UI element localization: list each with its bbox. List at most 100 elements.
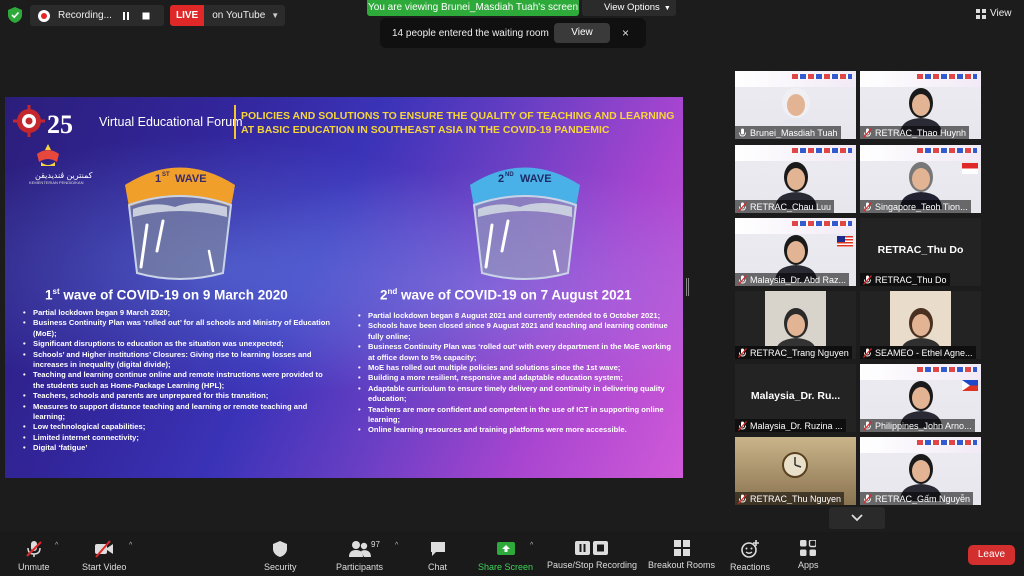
bullet-item: Business Continuity Plan was ‘rolled out… bbox=[21, 318, 331, 339]
header-divider bbox=[234, 105, 236, 139]
participant-name: RETRAC_Gấm Nguyễn bbox=[875, 493, 971, 504]
start-video-button[interactable]: Start Video bbox=[82, 540, 126, 572]
smiley-plus-icon bbox=[741, 540, 760, 558]
muted-microphone-icon bbox=[738, 420, 747, 431]
share-screen-button[interactable]: Share Screen bbox=[478, 540, 533, 572]
video-options-caret-icon[interactable]: ^ bbox=[129, 542, 132, 549]
participant-name-bar: RETRAC_Thu Nguyen bbox=[735, 492, 845, 505]
participant-name: RETRAC_Trang Nguyen bbox=[750, 347, 849, 358]
participants-options-caret-icon[interactable]: ^ bbox=[395, 542, 398, 549]
stop-recording-icon[interactable] bbox=[138, 8, 154, 24]
wave1-title: 1st wave of COVID-19 on 9 March 2020 bbox=[45, 287, 288, 303]
participant-tile[interactable]: Malaysia_Dr. Abd Raz... bbox=[735, 218, 856, 286]
breakout-rooms-button[interactable]: Breakout Rooms bbox=[648, 540, 715, 570]
security-button[interactable]: Security bbox=[264, 540, 297, 572]
panel-resize-handle[interactable] bbox=[686, 278, 689, 296]
muted-microphone-icon bbox=[26, 541, 42, 557]
wave2-badge-word: WAVE bbox=[520, 173, 552, 185]
logo-number: 25 bbox=[47, 110, 73, 139]
gallery-scroll-down-button[interactable] bbox=[829, 507, 885, 529]
reactions-label: Reactions bbox=[730, 562, 771, 572]
sg-flag-icon bbox=[962, 163, 978, 174]
brunei-ministry-text: KEMENTERIAN PENDIDIKAN bbox=[29, 180, 84, 185]
security-label: Security bbox=[264, 562, 297, 572]
participant-tile[interactable]: RETRAC_Gấm Nguyễn bbox=[860, 437, 981, 505]
wave1-bullet-list: Partial lockdown began 9 March 2020;Busi… bbox=[21, 308, 331, 454]
bullet-item: Teaching and learning continue online an… bbox=[21, 370, 331, 391]
apps-button[interactable]: Apps bbox=[798, 540, 819, 570]
muted-microphone-icon bbox=[863, 201, 872, 212]
flag-strip bbox=[917, 74, 977, 79]
bullet-item: Digital ‘fatigue’ bbox=[21, 443, 331, 454]
leave-button[interactable]: Leave bbox=[968, 545, 1015, 565]
participant-name-bar: RETRAC_Thu Do bbox=[860, 273, 950, 286]
muted-microphone-icon bbox=[738, 201, 747, 212]
bullet-item: Low technological capabilities; bbox=[21, 422, 331, 433]
participant-tile[interactable]: Malaysia_Dr. Ru... Malaysia_Dr. Ruzina ..… bbox=[735, 364, 856, 432]
recording-label: Recording... bbox=[58, 10, 112, 21]
participant-name: Singapore_Teoh Tion... bbox=[875, 201, 968, 212]
participant-name-bar: RETRAC_Chau Luu bbox=[735, 200, 835, 213]
chevron-down-icon: ▼ bbox=[663, 5, 671, 12]
flag-strip bbox=[917, 367, 977, 372]
muted-microphone-icon bbox=[738, 274, 747, 285]
wave2-title: 2nd wave of COVID-19 on 7 August 2021 bbox=[380, 287, 632, 303]
participant-tile[interactable]: Philippines_John Arno... bbox=[860, 364, 981, 432]
muted-microphone-icon bbox=[863, 127, 872, 138]
participant-name-bar: RETRAC_Gấm Nguyễn bbox=[860, 492, 974, 505]
view-options-button[interactable]: View Options ▼ bbox=[582, 0, 676, 16]
chat-button[interactable]: Chat bbox=[428, 540, 447, 572]
security-shield-icon[interactable] bbox=[8, 7, 22, 23]
bullet-item: Schools’ and Higher institutions’ Closur… bbox=[21, 350, 331, 371]
waiting-room-view-button[interactable]: View bbox=[554, 23, 610, 43]
pause-stop-recording-button[interactable]: Pause/Stop Recording bbox=[547, 540, 637, 570]
chat-label: Chat bbox=[428, 562, 448, 572]
flag-strip bbox=[792, 221, 852, 226]
participant-tile[interactable]: RETRAC_Thu Do RETRAC_Thu Do bbox=[860, 218, 981, 286]
bullet-item: Partial lockdown began 8 August 2021 and… bbox=[356, 311, 676, 322]
muted-microphone-icon bbox=[863, 420, 872, 431]
recording-indicator[interactable]: Recording... bbox=[30, 5, 164, 26]
wave2-badge-num: 2 bbox=[498, 173, 504, 185]
bullet-item: MoE has rolled out multiple policies and… bbox=[356, 363, 676, 374]
participant-name: SEAMEO - Ethel Agne... bbox=[875, 347, 973, 358]
participant-name-bar: RETRAC_Thao Huynh bbox=[860, 126, 970, 139]
main-title-line: AT BASIC EDUCATION IN SOUTHEAST ASIA IN … bbox=[241, 124, 610, 136]
bullet-item: Adaptable curriculum to ensure timely de… bbox=[356, 384, 676, 405]
participant-tile[interactable]: Singapore_Teoh Tion... bbox=[860, 145, 981, 213]
main-title-line: POLICIES AND SOLUTIONS TO ENSURE THE QUA… bbox=[241, 110, 675, 122]
participant-tile[interactable]: RETRAC_Chau Luu bbox=[735, 145, 856, 213]
view-layout-button[interactable]: View bbox=[976, 8, 1012, 19]
chevron-down-icon bbox=[851, 514, 863, 522]
participant-tile[interactable]: RETRAC_Thu Nguyen bbox=[735, 437, 856, 505]
top-bar: Recording... LIVE on YouTube ▼ You are v… bbox=[0, 0, 1024, 48]
participant-name-bar: Singapore_Teoh Tion... bbox=[860, 200, 971, 213]
participant-tile[interactable]: SEAMEO - Ethel Agne... bbox=[860, 291, 981, 359]
recording-dot-icon bbox=[38, 9, 50, 22]
unmute-button[interactable]: Unmute bbox=[18, 540, 50, 572]
slide-header: 25 كمنترين ڤنديديقن KEMENTERIAN PENDIDIK… bbox=[5, 97, 683, 185]
pause-recording-icon[interactable] bbox=[118, 8, 134, 24]
shield-icon bbox=[273, 541, 288, 557]
wave2-badge-sup: ND bbox=[505, 172, 514, 178]
audio-options-caret-icon[interactable]: ^ bbox=[55, 542, 58, 549]
my-flag-icon bbox=[837, 236, 853, 247]
participant-name-bar: Malaysia_Dr. Abd Raz... bbox=[735, 273, 850, 286]
waiting-room-message: 14 people entered the waiting room bbox=[392, 27, 549, 39]
participant-tile[interactable]: RETRAC_Trang Nguyen bbox=[735, 291, 856, 359]
bullet-item: Partial lockdown began 9 March 2020; bbox=[21, 308, 331, 319]
bullet-item: Significant disruptions to education as … bbox=[21, 339, 331, 350]
close-icon[interactable]: × bbox=[622, 26, 629, 40]
waiting-room-notification: 14 people entered the waiting room View … bbox=[380, 18, 646, 48]
wave2-bullet-list: Partial lockdown began 8 August 2021 and… bbox=[356, 311, 676, 436]
flag-strip bbox=[792, 148, 852, 153]
live-stream-indicator[interactable]: LIVE on YouTube ▼ bbox=[170, 5, 286, 26]
view-options-label: View Options bbox=[604, 2, 660, 13]
participant-tile[interactable]: Brunei_Masdiah Tuah bbox=[735, 71, 856, 139]
participant-tile[interactable]: RETRAC_Thao Huynh bbox=[860, 71, 981, 139]
reactions-button[interactable]: Reactions bbox=[730, 540, 770, 572]
share-screen-label: Share Screen bbox=[478, 562, 534, 572]
bullet-item: Teachers are more confident and competen… bbox=[356, 405, 676, 426]
chevron-down-icon[interactable]: ▼ bbox=[271, 11, 285, 20]
share-options-caret-icon[interactable]: ^ bbox=[530, 542, 533, 549]
